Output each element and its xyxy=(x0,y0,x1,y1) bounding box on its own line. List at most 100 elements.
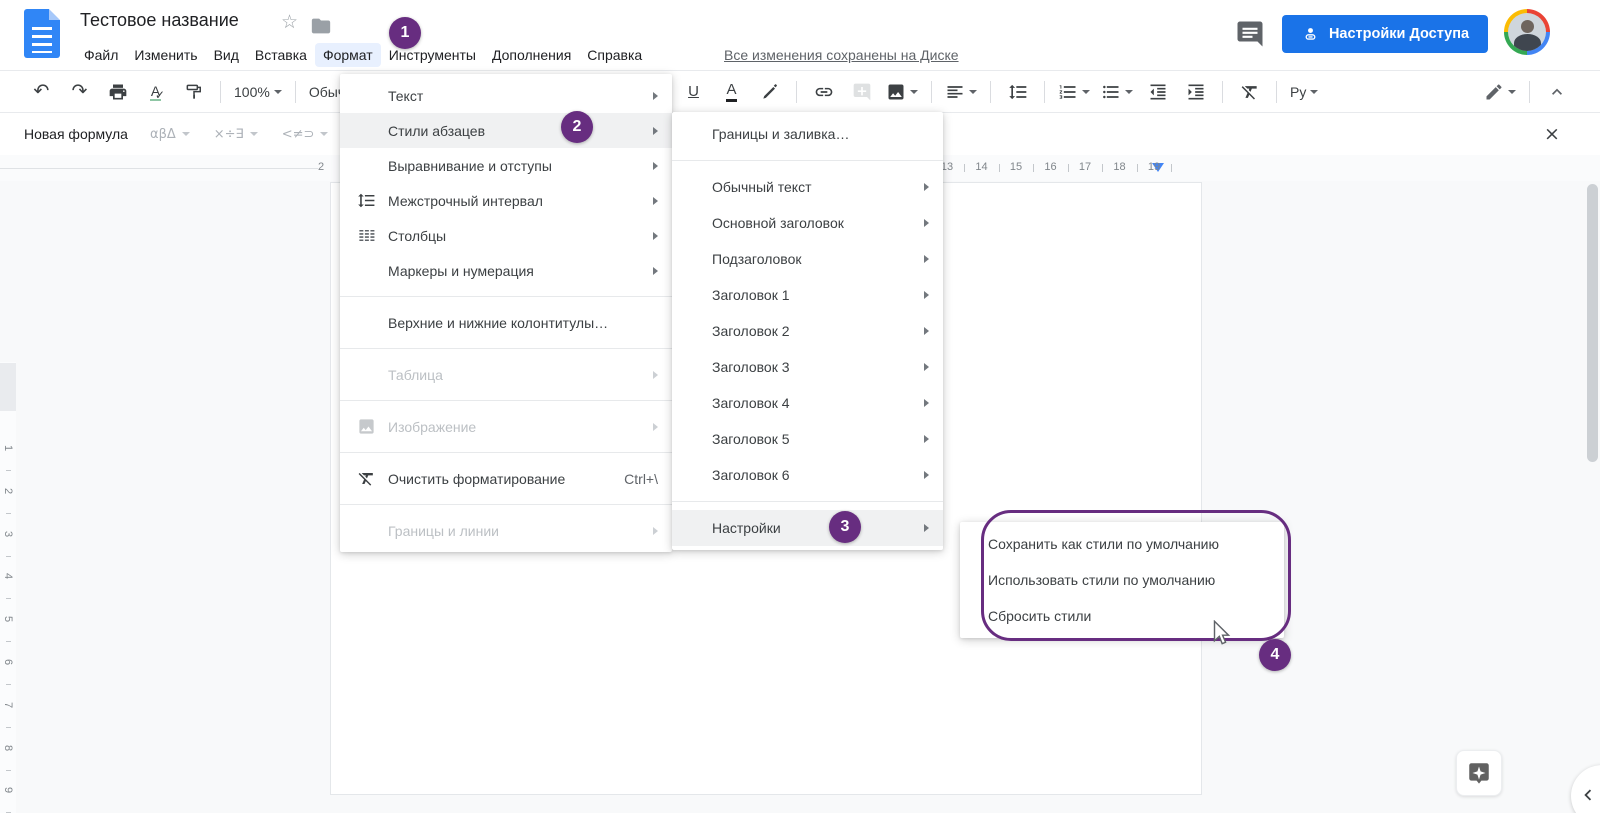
paint-format-button[interactable] xyxy=(178,77,209,107)
submenu-arrow-icon xyxy=(653,526,658,535)
menubar-item-2[interactable]: Вид xyxy=(206,43,247,67)
numbered-list-button[interactable] xyxy=(1056,77,1092,107)
line-spacing-icon xyxy=(1008,82,1028,102)
document-title[interactable]: Тестовое название xyxy=(80,10,239,31)
collapse-toolbar-button[interactable] xyxy=(1541,77,1572,107)
format-menu-item-13[interactable]: Очистить форматирование Ctrl+\ xyxy=(340,461,672,496)
avatar[interactable] xyxy=(1504,9,1550,55)
ruler-tick xyxy=(6,555,11,557)
options-menu-item-2[interactable]: Сбросить стили xyxy=(960,598,1284,634)
editing-mode-button[interactable] xyxy=(1482,77,1518,107)
hide-panel-button[interactable] xyxy=(1571,765,1600,813)
input-tools-select-label: Ру xyxy=(1290,83,1307,100)
text-color-button[interactable]: A xyxy=(716,77,747,107)
menubar-item-3[interactable]: Вставка xyxy=(247,43,315,67)
toolbar-right-group xyxy=(1482,71,1572,112)
submenu-arrow-icon xyxy=(653,370,658,379)
underline-button[interactable]: U xyxy=(678,77,709,107)
titlebar: Тестовое название ☆ Файл Изменить Вид Встав… xyxy=(0,0,1600,71)
styles-menu-item-3[interactable]: Основной заголовок xyxy=(672,205,943,241)
saved-status-link[interactable]: Все изменения сохранены на Диске xyxy=(724,47,959,63)
styles-menu-item-label: Заголовок 3 xyxy=(712,359,790,375)
vertical-ruler[interactable]: 12345678910111213 xyxy=(0,362,16,813)
ruler-tick xyxy=(6,512,11,514)
format-menu-item-7[interactable]: Верхние и нижние колонтитулы… xyxy=(340,305,672,340)
styles-menu-item-2[interactable]: Обычный текст xyxy=(672,169,943,205)
submenu-arrow-icon xyxy=(653,161,658,170)
options-menu-item-0[interactable]: Сохранить как стили по умолчанию xyxy=(960,526,1284,562)
formula-symbols-dropdown-2[interactable]: <≠⊃ xyxy=(282,127,329,142)
format-menu-item-label: Маркеры и нумерация xyxy=(388,262,534,279)
ruler-tick xyxy=(6,470,11,471)
styles-menu-item-8[interactable]: Заголовок 4 xyxy=(672,385,943,421)
styles-menu-item-5[interactable]: Заголовок 1 xyxy=(672,277,943,313)
clear-formatting-button[interactable] xyxy=(1234,77,1265,107)
format-menu-item-1[interactable]: Стили абзацев xyxy=(340,113,672,148)
format-menu-item-5[interactable]: Маркеры и нумерация xyxy=(340,253,672,288)
folder-icon[interactable] xyxy=(310,15,332,37)
docs-logo-icon[interactable] xyxy=(24,9,60,58)
vertical-scrollbar[interactable] xyxy=(1587,184,1598,462)
format-menu-item-0[interactable]: Текст xyxy=(340,78,672,113)
comments-button[interactable] xyxy=(1235,19,1265,49)
redo-button[interactable]: ↷ xyxy=(64,77,95,107)
format-menu-item-3[interactable]: Межстрочный интервал xyxy=(340,183,672,218)
text-color-button-label: A xyxy=(726,81,737,102)
zoom-select[interactable]: 100% xyxy=(232,77,284,107)
indent-button[interactable] xyxy=(1180,77,1211,107)
menubar-item-4[interactable]: Формат xyxy=(314,43,381,67)
line-spacing-button[interactable] xyxy=(1002,77,1033,107)
submenu-arrow-icon xyxy=(924,291,929,299)
ruler-number: 2 xyxy=(317,161,325,173)
menubar-item-7[interactable]: Справка xyxy=(579,43,650,67)
explore-button[interactable] xyxy=(1456,750,1502,796)
styles-menu-item-7[interactable]: Заголовок 3 xyxy=(672,349,943,385)
ruler-tick xyxy=(1136,164,1138,172)
undo-button[interactable]: ↶ xyxy=(26,77,57,107)
formula-symbols-dropdown-1[interactable]: ×÷∃ xyxy=(214,127,258,142)
format-menu-item-2[interactable]: Выравнивание и отступы xyxy=(340,148,672,183)
submenu-arrow-icon xyxy=(924,255,929,263)
close-icon[interactable]: × xyxy=(1540,122,1564,146)
bullet-list-button[interactable] xyxy=(1099,77,1135,107)
share-person-icon xyxy=(1301,25,1320,44)
insert-link-button[interactable] xyxy=(808,77,839,107)
star-icon[interactable]: ☆ xyxy=(281,11,298,33)
insert-comment-button xyxy=(846,77,877,107)
submenu-arrow-icon xyxy=(924,435,929,443)
menubar-item-1[interactable]: Изменить xyxy=(126,43,205,67)
step-badge-number: 4 xyxy=(1270,646,1280,663)
ruler-number: 14 xyxy=(975,161,988,173)
outdent-button[interactable] xyxy=(1142,77,1173,107)
styles-menu-item-0[interactable]: Границы и заливка… xyxy=(672,116,943,152)
format-menu-item-11: Изображение xyxy=(340,409,672,444)
styles-menu-item-6[interactable]: Заголовок 2 xyxy=(672,313,943,349)
menubar: Файл Изменить Вид Вставка Формат Инструменты Д… xyxy=(76,42,650,68)
styles-menu-item-4[interactable]: Подзаголовок xyxy=(672,241,943,277)
format-menu-item-4[interactable]: Столбцы xyxy=(340,218,672,253)
input-tools-select[interactable]: Ру xyxy=(1288,77,1320,107)
spellcheck-button[interactable]: A ✓ xyxy=(140,77,171,107)
ruler-tick xyxy=(6,641,11,643)
print-button[interactable] xyxy=(102,77,133,107)
styles-menu-item-label: Заголовок 5 xyxy=(712,431,790,447)
styles-menu-item-10[interactable]: Заголовок 6 xyxy=(672,457,943,493)
align-button[interactable] xyxy=(943,77,979,107)
format-menu-item-label: Границы и линии xyxy=(388,522,499,539)
menubar-item-6[interactable]: Дополнения xyxy=(484,43,579,67)
ruler-number: 5 xyxy=(2,616,14,623)
options-menu-item-label: Сохранить как стили по умолчанию xyxy=(988,536,1219,552)
options-menu-item-1[interactable]: Использовать стили по умолчанию xyxy=(960,562,1284,598)
formula-symbols-dropdown-0[interactable]: αβΔ xyxy=(150,127,190,142)
styles-menu-item-12[interactable]: Настройки xyxy=(672,510,943,546)
ruler-number: 19 xyxy=(1147,161,1161,173)
menubar-item-0[interactable]: Файл xyxy=(76,43,126,67)
highlight-color-button[interactable] xyxy=(754,77,785,107)
share-button[interactable]: Настройки Доступа xyxy=(1282,15,1488,53)
new-formula-label[interactable]: Новая формула xyxy=(24,126,128,142)
insert-image-button[interactable] xyxy=(884,77,920,107)
format-menu-item-label: Верхние и нижние колонтитулы… xyxy=(388,314,609,331)
formula-symbols-label: αβΔ xyxy=(150,126,176,142)
styles-menu-item-9[interactable]: Заголовок 5 xyxy=(672,421,943,457)
image-icon xyxy=(886,82,906,102)
